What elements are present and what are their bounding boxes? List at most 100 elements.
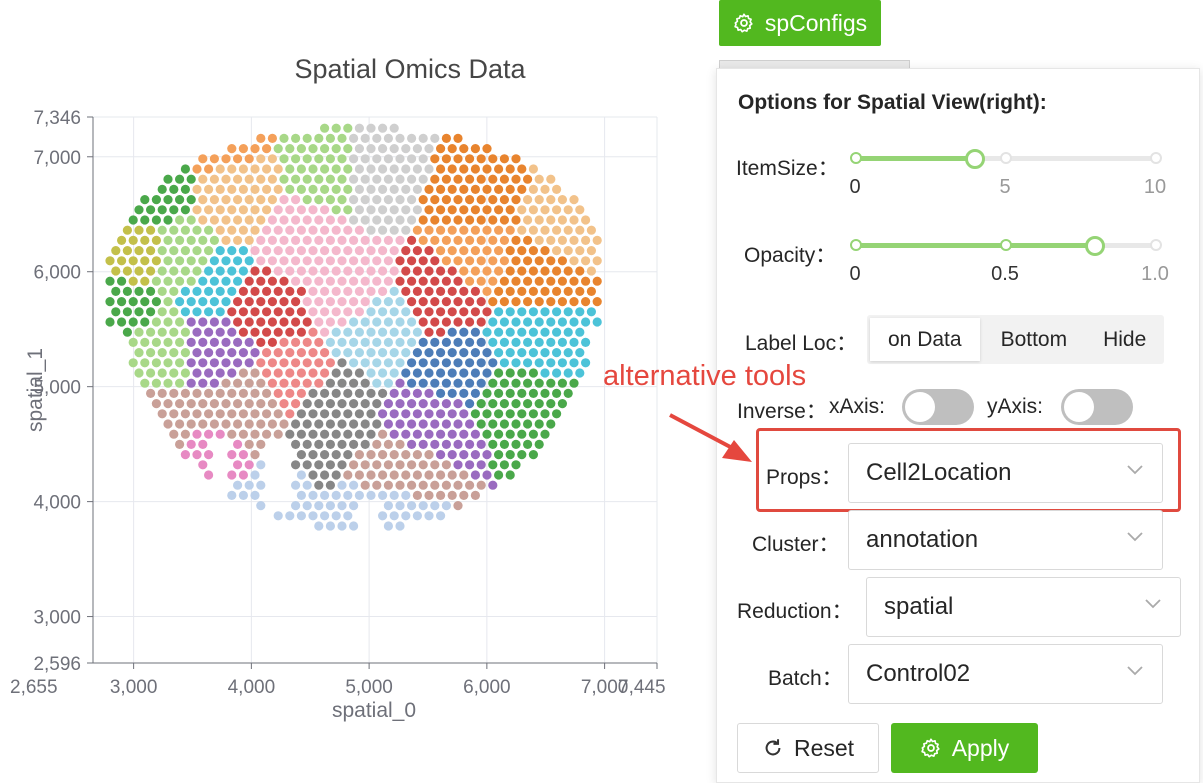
data-point <box>592 276 602 286</box>
inverse-x-toggle[interactable] <box>902 389 974 425</box>
reduction-value: spatial <box>884 593 954 620</box>
data-point <box>256 154 266 164</box>
data-point <box>337 174 347 184</box>
data-point <box>523 337 533 347</box>
data-point <box>441 460 451 470</box>
data-point <box>534 276 544 286</box>
data-point <box>447 348 457 358</box>
data-point <box>453 276 463 286</box>
data-point <box>366 184 376 194</box>
data-point <box>418 256 428 266</box>
data-point <box>528 307 539 317</box>
data-point <box>453 256 463 266</box>
data-point <box>337 439 347 449</box>
data-point <box>459 348 469 358</box>
data-point <box>308 286 318 296</box>
data-point <box>424 511 434 521</box>
data-point <box>372 195 382 205</box>
data-point <box>586 286 597 296</box>
data-point <box>453 378 463 388</box>
data-point <box>453 460 463 470</box>
batch-select[interactable]: Control02 <box>848 644 1163 704</box>
data-point <box>180 409 190 419</box>
data-point <box>285 246 295 256</box>
data-point <box>337 521 347 531</box>
data-point <box>233 317 243 327</box>
apply-button[interactable]: Apply <box>891 723 1038 773</box>
data-point <box>407 195 417 205</box>
data-point <box>244 256 254 266</box>
data-point <box>372 399 382 409</box>
data-point <box>198 195 208 205</box>
inverse-y-toggle[interactable] <box>1061 389 1133 425</box>
data-point <box>267 195 277 205</box>
itemsize-slider-handle[interactable] <box>965 149 985 169</box>
data-point <box>441 501 451 511</box>
data-point <box>412 388 422 398</box>
spconfigs-button[interactable]: spConfigs <box>719 0 881 46</box>
data-point <box>343 266 353 276</box>
data-point <box>401 286 411 296</box>
data-point <box>430 337 440 347</box>
data-point <box>453 337 463 347</box>
data-point <box>215 246 225 256</box>
data-point <box>233 399 243 409</box>
reset-button[interactable]: Reset <box>737 723 879 773</box>
data-point <box>157 388 167 398</box>
data-point <box>389 470 399 480</box>
data-point <box>552 327 562 337</box>
data-point <box>383 521 393 531</box>
data-point <box>204 266 214 276</box>
cluster-select[interactable]: annotation <box>848 510 1163 570</box>
data-point <box>291 337 301 347</box>
data-point <box>262 205 272 215</box>
data-point <box>180 246 190 256</box>
data-point <box>233 460 243 470</box>
data-point <box>320 164 330 174</box>
data-point <box>343 307 353 317</box>
data-point <box>412 348 422 358</box>
data-point <box>233 195 243 205</box>
data-point <box>296 429 306 439</box>
data-point <box>279 317 289 327</box>
data-point <box>192 225 202 235</box>
chevron-down-icon <box>1145 599 1161 609</box>
data-point <box>302 439 312 449</box>
data-point <box>233 276 243 286</box>
cluster-value: annotation <box>866 526 979 553</box>
reduction-select[interactable]: spatial <box>866 577 1181 637</box>
data-point <box>528 246 539 256</box>
data-point <box>494 429 504 439</box>
data-point <box>256 215 266 225</box>
data-point <box>407 337 417 347</box>
data-point <box>383 460 393 470</box>
data-point <box>209 174 219 184</box>
data-point <box>250 266 260 276</box>
data-point <box>343 246 353 256</box>
data-point <box>383 358 393 368</box>
data-point <box>233 419 243 429</box>
data-point <box>372 358 382 368</box>
label-loc-option-on-data[interactable]: on Data <box>870 318 980 361</box>
x-tick-label: 6,000 <box>463 677 511 698</box>
data-point <box>291 235 301 245</box>
data-point <box>389 123 399 133</box>
data-point <box>459 164 469 174</box>
data-point <box>523 256 533 266</box>
data-point <box>215 266 225 276</box>
label-loc-option-hide[interactable]: Hide <box>1085 315 1164 364</box>
label-loc-option-bottom[interactable]: Bottom <box>983 315 1086 364</box>
data-point <box>575 327 585 337</box>
data-point <box>470 225 480 235</box>
data-point <box>117 317 127 327</box>
data-point <box>511 276 521 286</box>
opacity-slider-handle[interactable] <box>1085 236 1105 256</box>
data-point <box>528 450 539 460</box>
data-point <box>250 327 260 337</box>
data-point <box>209 399 219 409</box>
data-point <box>557 195 568 205</box>
data-point <box>447 450 457 460</box>
data-point <box>557 235 568 245</box>
data-point <box>395 378 405 388</box>
data-point <box>250 409 260 419</box>
